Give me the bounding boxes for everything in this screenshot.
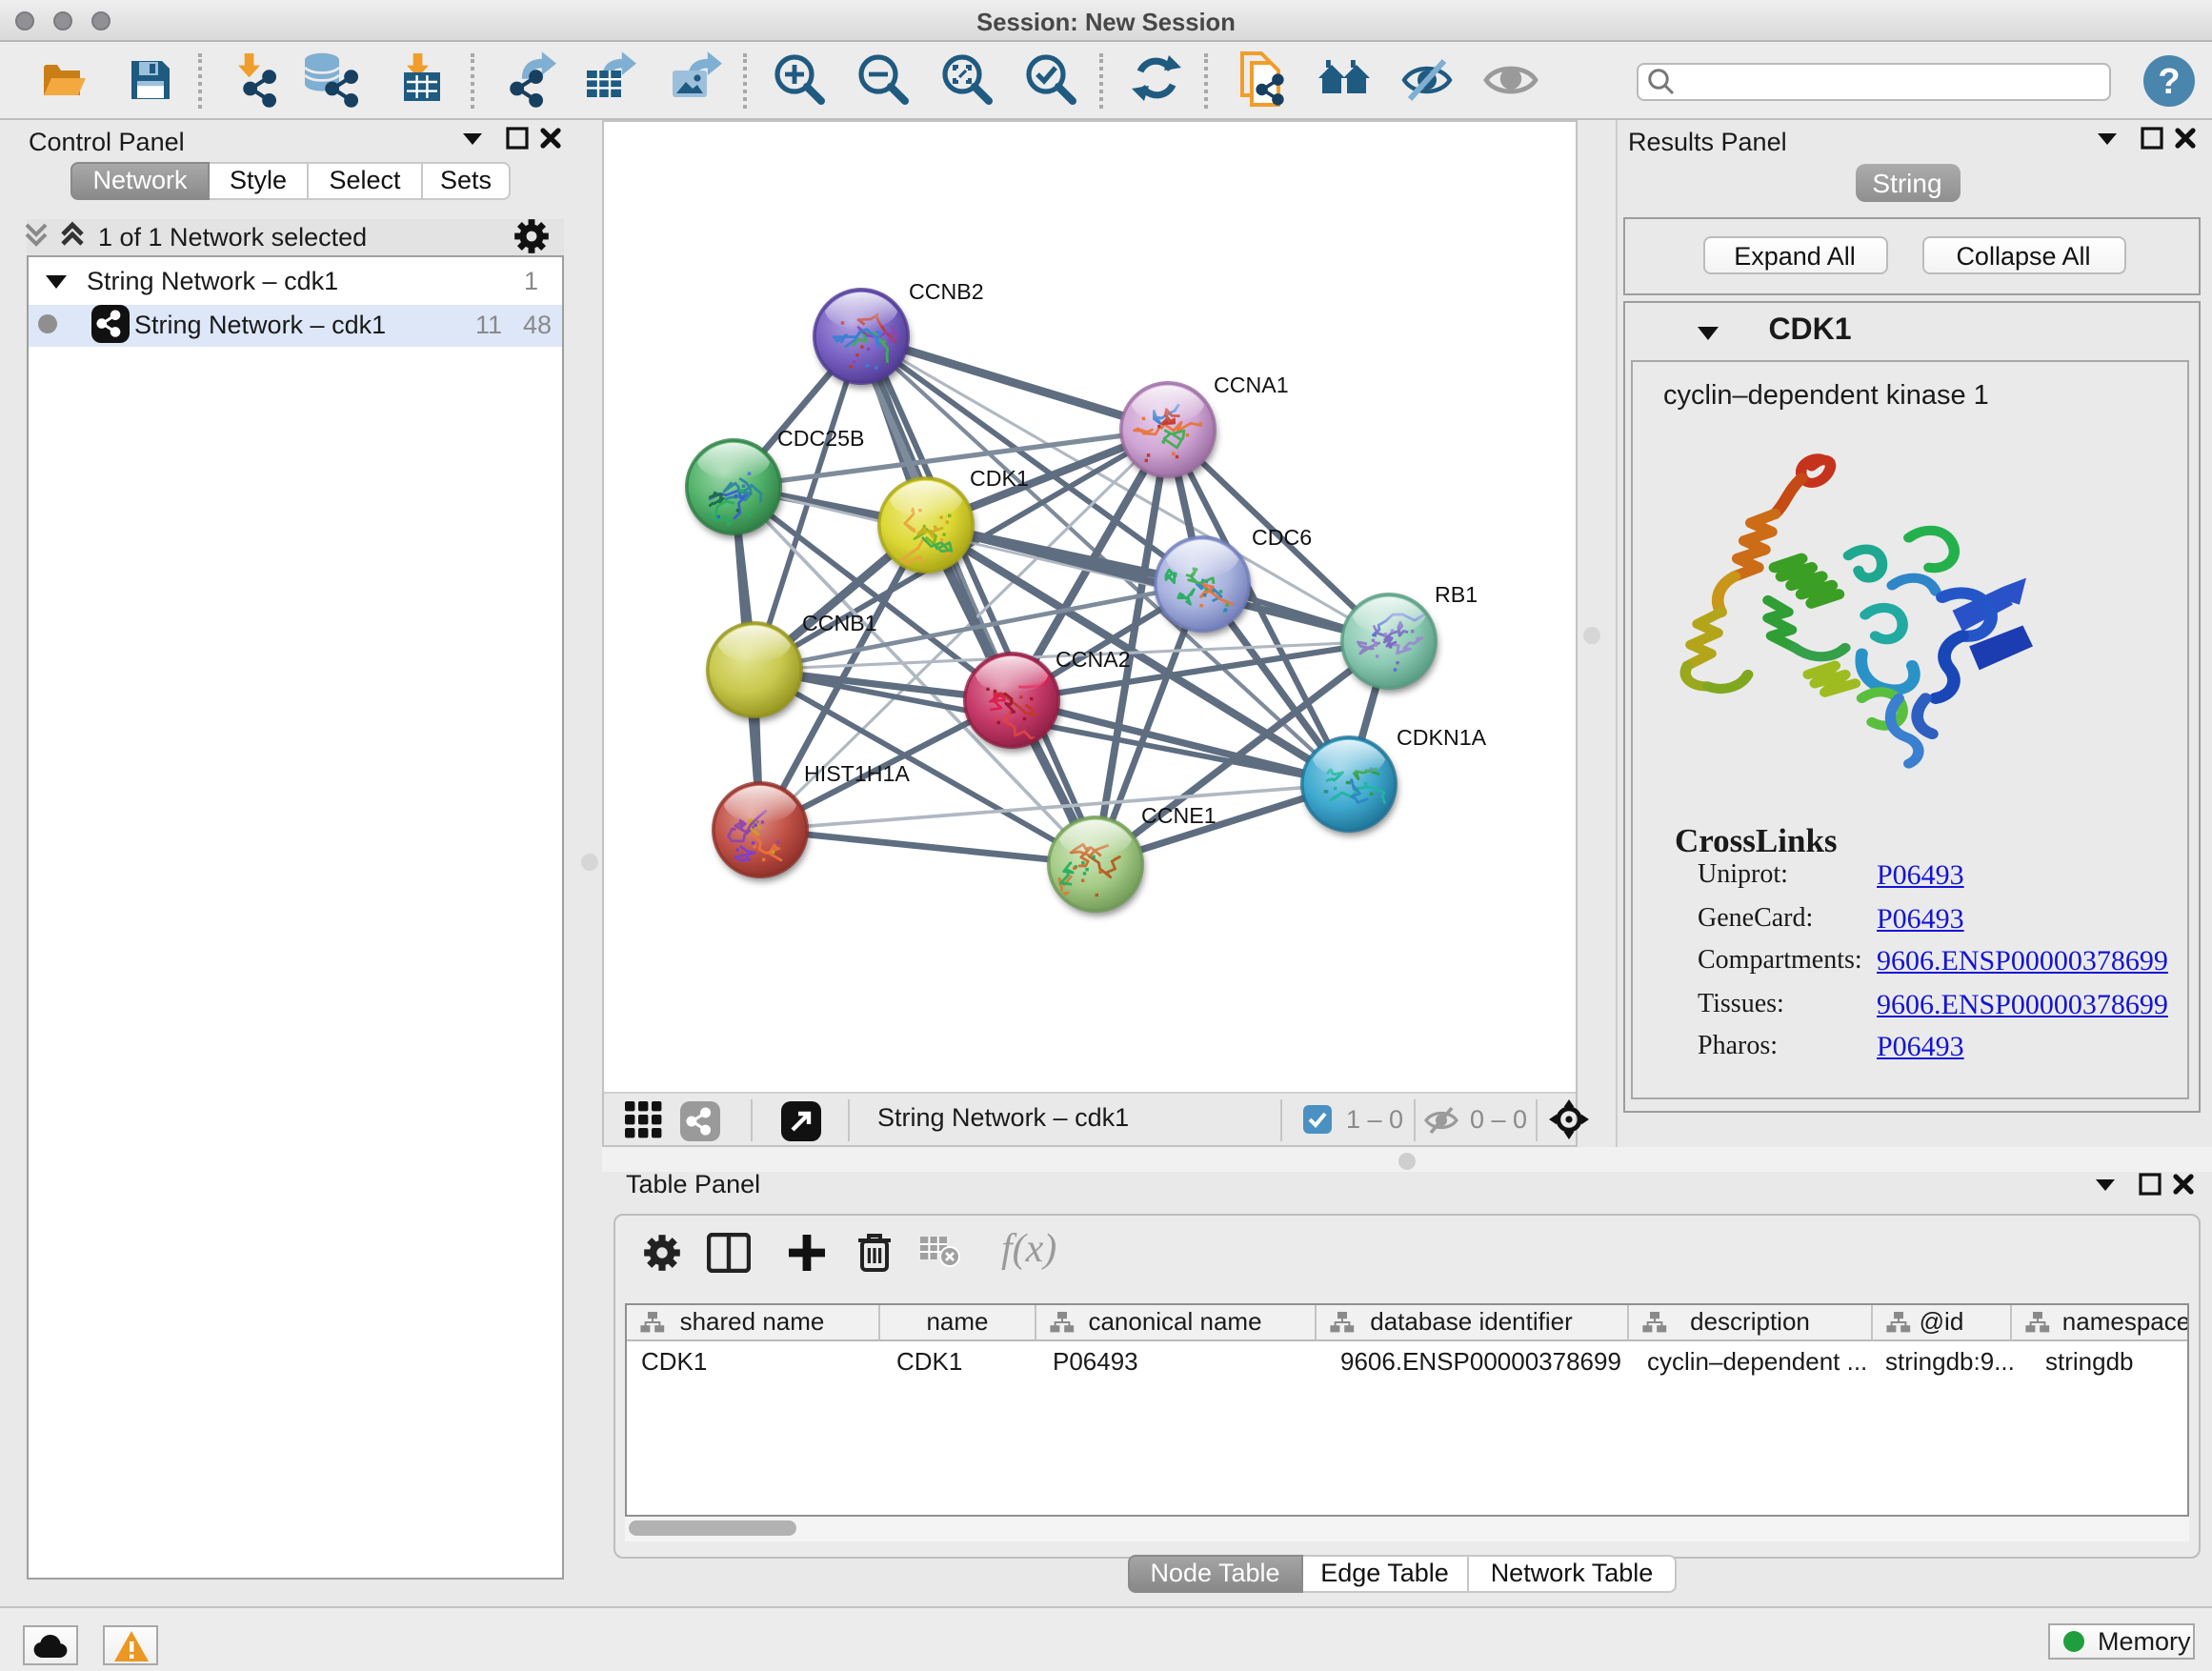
svg-text:HIST1H1A: HIST1H1A xyxy=(803,761,909,786)
svg-text:CCNE1: CCNE1 xyxy=(1140,803,1216,828)
svg-text:CDC25B: CDC25B xyxy=(776,426,864,451)
svg-text:?: ? xyxy=(2158,62,2180,102)
svg-text:RB1: RB1 xyxy=(1434,582,1477,607)
svg-text:CCNB2: CCNB2 xyxy=(908,279,983,304)
svg-text:CDK1: CDK1 xyxy=(969,466,1028,491)
svg-text:CDC6: CDC6 xyxy=(1251,525,1311,550)
svg-text:CCNB1: CCNB1 xyxy=(801,611,876,635)
svg-text:CCNA1: CCNA1 xyxy=(1213,372,1288,397)
svg-text:CDKN1A: CDKN1A xyxy=(1396,725,1486,750)
svg-text:CCNA2: CCNA2 xyxy=(1055,647,1130,672)
